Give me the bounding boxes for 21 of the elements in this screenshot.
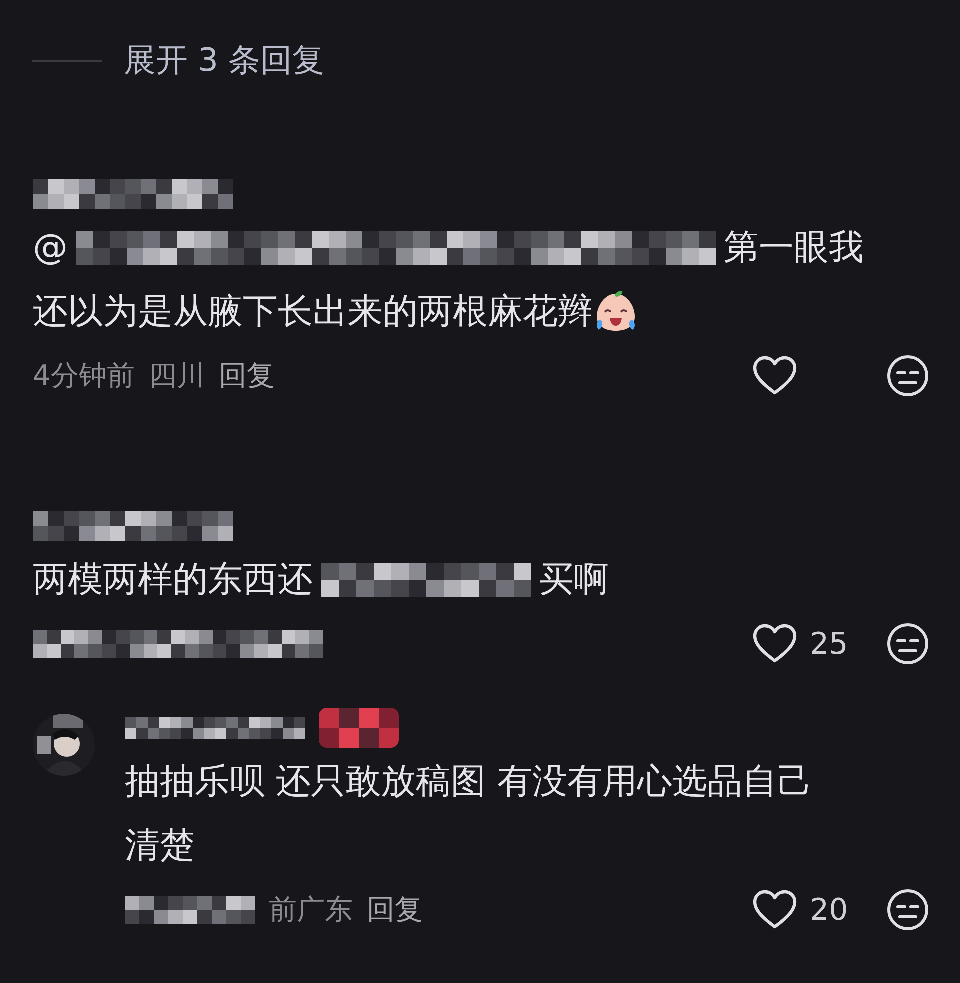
reply-link[interactable]: 回复 (367, 891, 423, 929)
neutral-face-icon[interactable] (886, 622, 930, 666)
reply-link[interactable]: 回复 (218, 357, 275, 395)
like-count: 25 (810, 626, 848, 662)
comment-text: 买啊 (539, 559, 609, 602)
comment-meta: 4分钟前 (33, 358, 135, 394)
comment-meta: 四川 (148, 358, 205, 394)
comment-text: 清楚 (125, 825, 195, 868)
neutral-face-icon[interactable] (886, 354, 930, 398)
comment-text: 还以为是从腋下长出来的两根麻花辫 (33, 291, 593, 334)
comment-text: 两模两样的东西还 (33, 559, 313, 602)
comment-text: @ (33, 227, 68, 270)
heart-icon[interactable] (752, 355, 798, 397)
comment-text: 抽抽乐呗 还只敢放稿图 有没有用心选品自己 (125, 761, 812, 804)
heart-icon[interactable] (752, 889, 798, 931)
expand-replies-link[interactable]: 展开 3 条回复 (124, 39, 325, 83)
comment-meta: 前广东 (269, 892, 353, 928)
neutral-face-icon[interactable] (886, 888, 930, 932)
heart-icon[interactable] (752, 623, 798, 665)
like-count: 20 (810, 892, 848, 928)
comment-text: 第一眼我 (724, 227, 864, 270)
